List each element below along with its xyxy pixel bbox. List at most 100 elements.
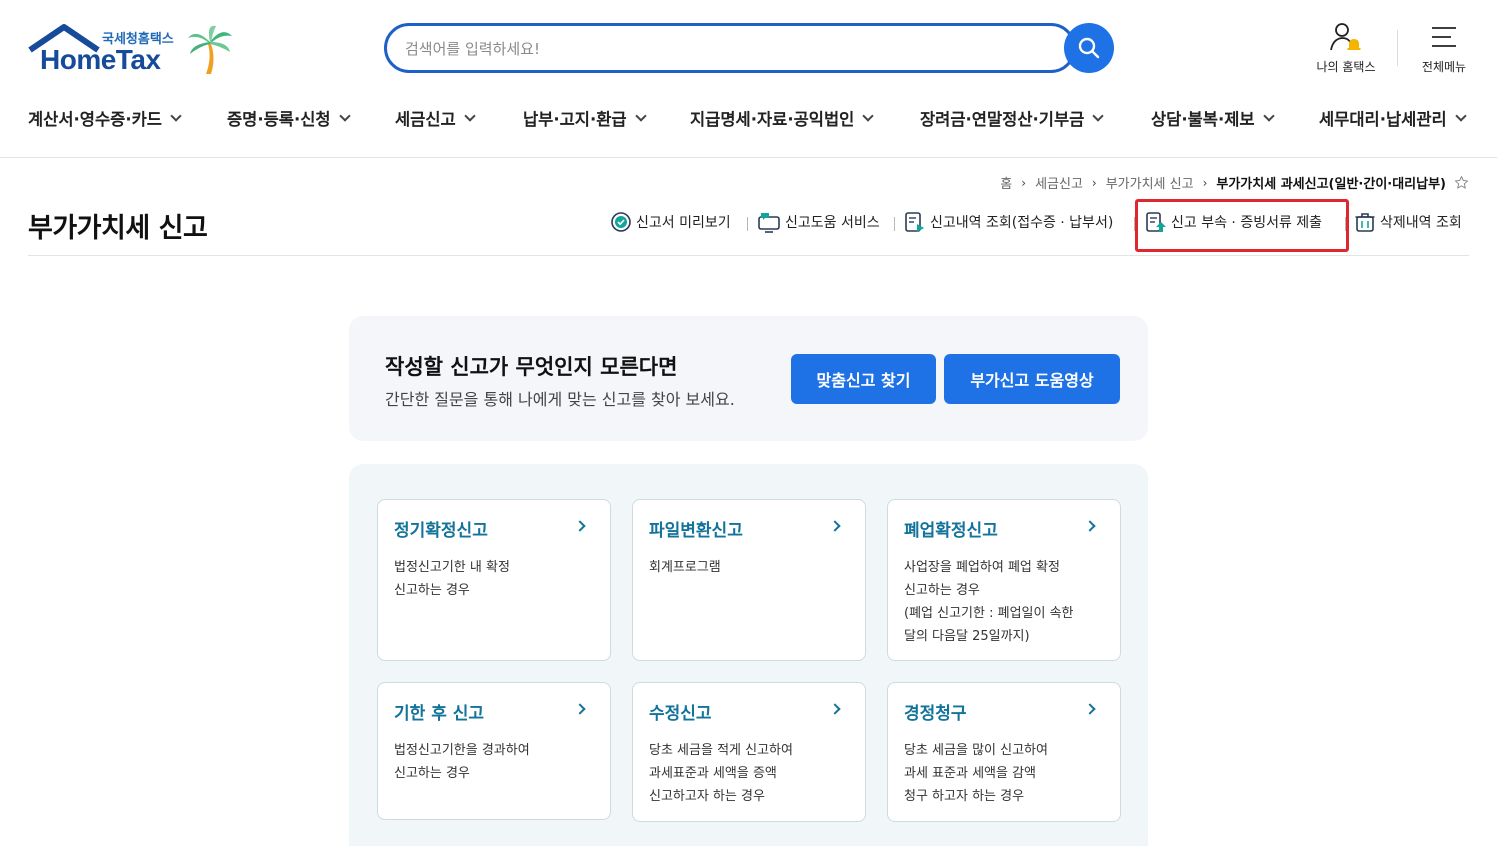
chevron-down-icon [1455, 109, 1467, 122]
chevron-down-icon [634, 109, 647, 122]
gnb-label: 증명·등록·신청 [227, 110, 331, 129]
gnb-item-receipts[interactable]: 계산서·영수증·카드 [28, 106, 182, 130]
card-desc-line: 신고하고자 하는 경우 [649, 789, 765, 804]
card-description: 당초 세금을 적게 신고하여 과세표준과 세액을 증액 신고하고자 하는 경우 [649, 739, 854, 808]
card-description: 사업장을 폐업하여 폐업 확정 신고하는 경우 (폐업 신고기한 : 폐업일이 … [904, 556, 1109, 648]
card-file-conversion[interactable]: 파일변환신고 회계프로그램 [632, 499, 866, 661]
search-input[interactable] [405, 37, 1025, 61]
palm-tree-icon [188, 25, 232, 74]
chevron-right-icon: › [1091, 175, 1097, 190]
search-icon [1078, 37, 1100, 59]
card-desc-line: 신고하는 경우 [904, 583, 980, 598]
all-menu-button[interactable]: 전체메뉴 [1410, 22, 1478, 75]
promo-description: 간단한 질문을 통해 나에게 맞는 신고를 찾아 보세요. [385, 390, 735, 409]
quick-link-help-service[interactable]: 신고도움 서비스 [757, 211, 880, 233]
chevron-right-icon [1084, 520, 1096, 532]
highlight-box [1135, 199, 1349, 252]
chevron-right-icon [829, 703, 841, 715]
gnb-item-incentives[interactable]: 장려금·연말정산·기부금 [920, 106, 1105, 130]
title-divider [28, 255, 1469, 256]
card-desc-line: 달의 다음달 25일까지) [904, 629, 1030, 644]
document-search-icon [905, 212, 924, 232]
logo-title: HomeTax [40, 44, 161, 75]
gnb-label: 계산서·영수증·카드 [28, 110, 162, 129]
all-menu-label: 전체메뉴 [1421, 60, 1467, 74]
custom-filing-find-button[interactable]: 맞춤신고 찾기 [791, 354, 936, 404]
card-closure-filing[interactable]: 폐업확정신고 사업장을 폐업하여 폐업 확정 신고하는 경우 (폐업 신고기한 … [887, 499, 1121, 661]
breadcrumb-tax-filing[interactable]: 세금신고 [1035, 173, 1083, 192]
chevron-down-icon [464, 109, 476, 122]
card-desc-line: (폐업 신고기한 : 폐업일이 속한 [904, 606, 1074, 621]
gnb-item-certificates[interactable]: 증명·등록·신청 [227, 106, 351, 130]
chevron-right-icon [829, 520, 841, 532]
gnb-item-tax-filing[interactable]: 세금신고 [395, 106, 476, 130]
card-description: 당초 세금을 많이 신고하여 과세 표준과 세액을 감액 청구 하고자 하는 경… [904, 739, 1109, 808]
star-favorite-icon[interactable] [1454, 175, 1469, 190]
chevron-down-icon [170, 109, 182, 122]
gnb-item-statements[interactable]: 지급명세·자료·공익법인 [690, 106, 875, 130]
card-desc-line: 과세 표준과 세액을 감액 [904, 766, 1036, 781]
gnb-label: 장려금·연말정산·기부금 [920, 110, 1085, 129]
gnb-label: 세무대리·납세관리 [1319, 110, 1447, 129]
card-desc-line: 신고하는 경우 [394, 583, 470, 598]
hometax-logo[interactable]: 국세청홈택스 HomeTax [28, 24, 238, 76]
promo-title: 작성할 신고가 무엇인지 모른다면 [385, 355, 678, 379]
gnb-label: 세금신고 [395, 110, 456, 129]
card-title: 경정청구 [904, 704, 967, 724]
card-title: 파일변환신고 [649, 521, 743, 541]
card-title: 수정신고 [649, 704, 712, 724]
quick-divider [747, 217, 748, 231]
card-amended-filing[interactable]: 수정신고 당초 세금을 적게 신고하여 과세표준과 세액을 증액 신고하고자 하… [632, 682, 866, 822]
gnb-item-consulting[interactable]: 상담·불복·제보 [1151, 106, 1275, 130]
quick-link-history[interactable]: 신고내역 조회(접수증 · 납부서) [904, 211, 1113, 233]
chevron-right-icon: › [1021, 175, 1027, 190]
user-bell-icon [1330, 23, 1361, 51]
quick-link-label: 신고내역 조회(접수증 · 납부서) [930, 215, 1114, 231]
card-desc-line: 법정신고기한 내 확정 [394, 560, 510, 575]
check-circle-icon [611, 212, 631, 232]
card-desc-line: 청구 하고자 하는 경우 [904, 789, 1025, 804]
gnb-label: 납부·고지·환급 [523, 110, 627, 129]
card-title: 기한 후 신고 [394, 704, 485, 724]
breadcrumb-home[interactable]: 홈 [1000, 173, 1012, 192]
hamburger-menu-icon [1432, 27, 1456, 47]
card-desc-line: 당초 세금을 많이 신고하여 [904, 743, 1048, 758]
chevron-down-icon [862, 109, 875, 122]
gnb-item-payment[interactable]: 납부·고지·환급 [523, 106, 647, 130]
search-box [384, 23, 1076, 73]
monitor-chat-icon [758, 213, 780, 233]
util-divider [1397, 30, 1398, 66]
card-desc-line: 신고하는 경우 [394, 766, 470, 781]
breadcrumb-current: 부가가치세 과세신고(일반·간이·대리납부) [1216, 177, 1446, 192]
quick-link-preview[interactable]: 신고서 미리보기 [610, 211, 731, 233]
card-late-filing[interactable]: 기한 후 신고 법정신고기한을 경과하여 신고하는 경우 [377, 682, 611, 820]
card-regular-filing[interactable]: 정기확정신고 법정신고기한 내 확정 신고하는 경우 [377, 499, 611, 661]
chevron-right-icon: › [1202, 175, 1208, 190]
chevron-down-icon [1262, 109, 1275, 122]
card-correction-claim[interactable]: 경정청구 당초 세금을 많이 신고하여 과세 표준과 세액을 감액 청구 하고자… [887, 682, 1121, 822]
search-button[interactable] [1064, 23, 1114, 73]
card-desc-line: 법정신고기한을 경과하여 [394, 743, 530, 758]
chevron-down-icon [338, 109, 351, 122]
quick-link-label: 삭제내역 조회 [1380, 215, 1462, 231]
chevron-right-icon [574, 703, 586, 715]
page-title: 부가가치세 신고 [28, 213, 208, 244]
chevron-down-icon [1092, 109, 1105, 122]
my-hometax-label: 나의 홈택스 [1316, 60, 1376, 74]
card-title: 폐업확정신고 [904, 521, 998, 541]
quick-link-deleted[interactable]: 삭제내역 조회 [1354, 211, 1462, 233]
quick-link-label: 신고서 미리보기 [636, 215, 731, 231]
card-desc-line: 사업장을 폐업하여 폐업 확정 [904, 560, 1060, 575]
card-desc-line: 회계프로그램 [649, 560, 721, 575]
vat-help-video-button[interactable]: 부가신고 도움영상 [944, 354, 1120, 404]
gnb-item-tax-agent[interactable]: 세무대리·납세관리 [1319, 106, 1467, 130]
card-desc-line: 과세표준과 세액을 증액 [649, 766, 777, 781]
card-desc-line: 당초 세금을 적게 신고하여 [649, 743, 793, 758]
card-title: 정기확정신고 [394, 521, 488, 541]
my-hometax-button[interactable]: 나의 홈택스 [1306, 22, 1386, 75]
card-description: 회계프로그램 [649, 556, 854, 579]
trash-icon [1355, 213, 1375, 232]
breadcrumb: 홈 › 세금신고 › 부가가치세 신고 › 부가가치세 과세신고(일반·간이·대… [1000, 173, 1469, 192]
chevron-right-icon [1084, 703, 1096, 715]
breadcrumb-vat[interactable]: 부가가치세 신고 [1106, 173, 1194, 192]
